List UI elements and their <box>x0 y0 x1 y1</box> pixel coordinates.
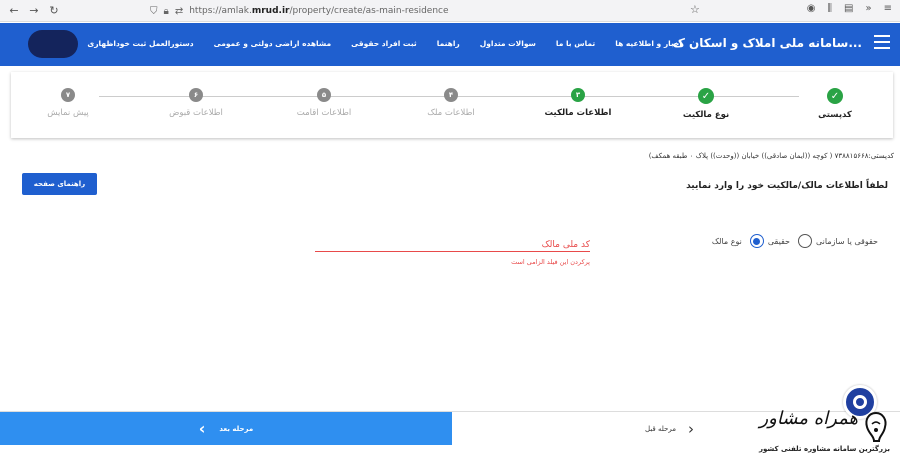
previous-step-label: مرحله قبل <box>645 425 676 433</box>
step-residence-info: ۵ اطلاعات اقامت <box>264 88 384 118</box>
option-legal-entity[interactable]: حقوقی یا سازمانی <box>798 234 878 248</box>
pocket-icon[interactable]: ◉ <box>807 3 816 14</box>
user-logo <box>28 30 78 58</box>
chevron-left-icon: ‹ <box>198 419 206 438</box>
option-real-person[interactable]: حقیقی <box>749 234 790 248</box>
menu-item-contact[interactable]: تماس با ما <box>556 39 595 48</box>
check-icon: ✓ <box>698 88 714 104</box>
radio-legal-entity[interactable] <box>798 234 812 248</box>
permissions-icon[interactable]: ⇄ <box>175 6 183 17</box>
library-icon[interactable]: ⫼ <box>827 3 832 14</box>
postal-address: کدپستی:۷۳۸۸۱۵۶۶۸ ( کوچه ((ایمان صادقی)) … <box>648 152 894 160</box>
step-number: ۷ <box>61 88 75 102</box>
form-instruction: لطفاً اطلاعات مالک/مالکیت خود را وارد نم… <box>686 181 888 191</box>
check-icon: ✓ <box>827 88 843 104</box>
bookmark-star-icon[interactable]: ☆ <box>690 3 700 16</box>
app-header: اخبار و اطلاعیه ها تماس با ما سوالات متد… <box>0 23 900 66</box>
browser-menu-icon[interactable]: ≡ <box>884 3 892 14</box>
menu-item-instructions[interactable]: دستورالعمل ثبت خوداظهاری <box>87 39 193 48</box>
step-label: اطلاعات اقامت <box>296 108 352 118</box>
step-ownership-type: ✓ نوع مالکیت <box>646 88 766 120</box>
page-guide-button[interactable]: راهنمای صفحه <box>22 173 97 195</box>
menu-item-public-lands[interactable]: مشاهده اراضی دولتی و عمومی <box>214 39 332 48</box>
step-property-info: ۴ اطلاعات ملک <box>391 88 511 118</box>
step-number: ۵ <box>317 88 331 102</box>
step-number: ۳ <box>571 88 585 102</box>
owner-type-group: نوع مالک حقیقی حقوقی یا سازمانی <box>712 234 878 248</box>
step-label: کدپستی <box>818 110 852 120</box>
watermark-subtitle: بزرگترین سامانه مشاوره تلفنی کشور <box>759 445 890 453</box>
browser-toolbar: ← → ↻ ⛉ 🔒︎ ⇄ https://amlak.mrud.ir/prope… <box>0 0 900 22</box>
step-label: اطلاعات مالکیت <box>544 108 612 118</box>
back-icon[interactable]: ← <box>4 0 24 22</box>
step-label: پیش نمایش <box>47 108 89 118</box>
overflow-icon[interactable]: » <box>865 3 871 14</box>
next-step-button[interactable]: ‹ مرحله بعد <box>0 412 452 445</box>
previous-step-button[interactable]: مرحله قبل › <box>645 420 694 438</box>
chevron-right-icon: › <box>688 420 694 438</box>
national-id-input[interactable] <box>315 235 590 255</box>
lock-icon: 🔒︎ <box>163 5 169 17</box>
next-step-label: مرحله بعد <box>219 424 254 433</box>
step-number: ۶ <box>189 88 203 102</box>
national-id-field <box>315 232 590 255</box>
menu-item-legal-registration[interactable]: ثبت افراد حقوقی <box>351 39 417 48</box>
reader-icon[interactable]: ▤ <box>844 3 853 14</box>
watermark: همراه مشاور بزرگترین سامانه مشاوره تلفنی… <box>736 408 896 456</box>
step-bills-info: ۶ اطلاعات قبوض <box>136 88 256 118</box>
address-bar[interactable]: ⛉ 🔒︎ ⇄ https://amlak.mrud.ir/property/cr… <box>150 3 710 19</box>
reload-icon[interactable]: ↻ <box>44 0 64 22</box>
menu-item-guide[interactable]: راهنما <box>437 39 460 48</box>
step-postal-code: ✓ کدپستی <box>775 88 895 120</box>
step-number: ۴ <box>444 88 458 102</box>
step-ownership-info: ۳ اطلاعات مالکیت <box>518 88 638 118</box>
step-label: اطلاعات ملک <box>427 108 475 118</box>
hamburger-menu-icon[interactable] <box>874 35 890 49</box>
step-label: اطلاعات قبوض <box>169 108 223 118</box>
watermark-title: همراه مشاور <box>759 408 858 429</box>
browser-extensions: ◉ ⫼ ▤ » ≡ <box>807 3 892 14</box>
option-legal-label: حقوقی یا سازمانی <box>816 236 878 246</box>
step-preview: ۷ پیش نمایش <box>8 88 128 118</box>
radio-real-person[interactable] <box>749 234 764 248</box>
owner-type-label: نوع مالک <box>711 236 742 246</box>
forward-icon[interactable]: → <box>24 0 44 22</box>
url-text: https://amlak.mrud.ir/property/create/as… <box>189 6 449 16</box>
option-real-label: حقیقی <box>767 236 790 246</box>
app-title: سامانه ملی املاک و اسکان ک... <box>672 36 862 50</box>
progress-stepper: ✓ کدپستی ✓ نوع مالکیت ۳ اطلاعات مالکیت ۴… <box>11 72 893 138</box>
header-menu: اخبار و اطلاعیه ها تماس با ما سوالات متد… <box>87 39 682 48</box>
menu-item-faq[interactable]: سوالات متداول <box>480 39 536 48</box>
consultant-logo-icon <box>865 411 887 442</box>
step-label: نوع مالکیت <box>682 110 730 120</box>
national-id-error: پرکردن این فیلد الزامی است <box>511 258 590 266</box>
shield-icon: ⛉ <box>150 5 158 17</box>
